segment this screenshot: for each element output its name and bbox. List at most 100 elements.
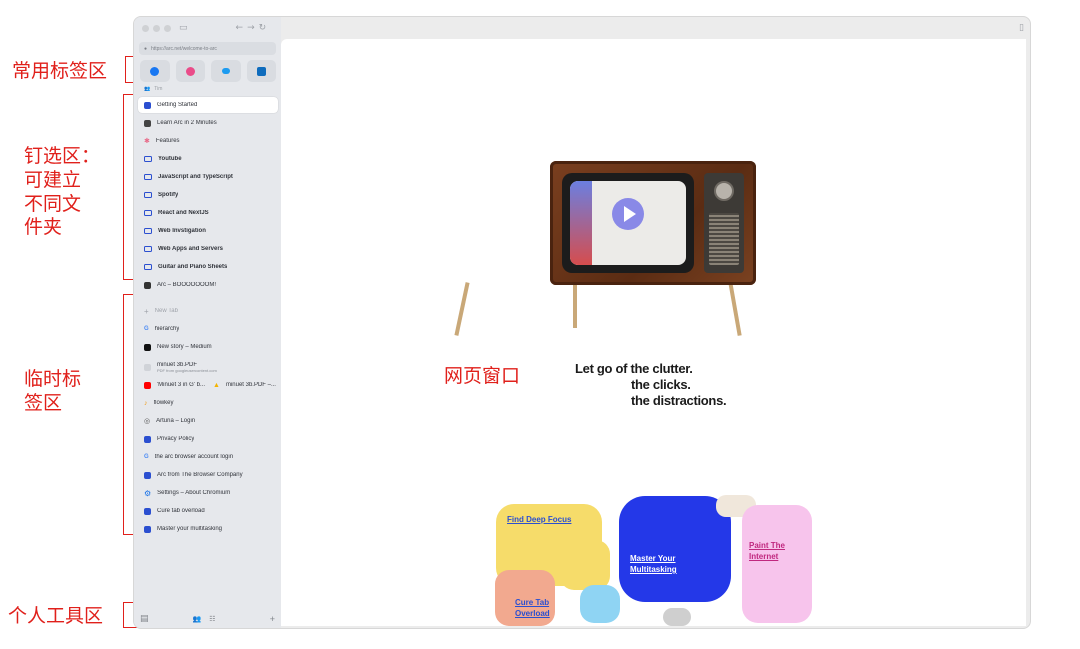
tab-label: flowkey [153,400,174,406]
favorite-twitter[interactable] [211,60,241,82]
lock-icon: ● [144,45,148,52]
tab-label-2: minuet 3b.PDF –... [225,382,276,388]
tab-item[interactable]: Privacy Policy [138,431,278,447]
annotation-temporary: 临时标 签区 [24,368,81,416]
tab-item[interactable]: ♪ flowkey [138,395,278,411]
tab-label: the arc browser account login [154,454,234,460]
annotation-pinned: 钉选区： 可建立 不同文 件夹 [24,145,100,240]
headline-line-3: the distractions. [631,393,727,408]
pinned-folder-web-investigation[interactable]: Web Invstigation [138,223,278,239]
sidebar: ▭ ← → ↻ ● https://arc.net/welcome-to-arc… [134,17,281,628]
tab-label: New story – Medium [157,344,212,350]
people-icon: 👥 [144,86,151,92]
window-toolbar: ▭ ← → ↻ [134,17,281,39]
back-arrow-icon[interactable]: ← [236,23,244,33]
tile-find-deep-focus-ext [560,540,610,590]
pinned-item-label: Arc – BOOOOOOOM! [157,282,217,288]
pdf-icon [144,363,151,371]
pinned-folder-javascript[interactable]: JavaScript and TypeScript [138,169,278,185]
annotation-web-window: 网页窗口 [444,365,521,387]
pinned-folder-youtube[interactable]: Youtube [138,151,278,167]
tab-item[interactable]: Master your multitasking [138,521,278,537]
pinned-item-label: Spotify [158,192,179,198]
tab-item[interactable]: G the arc browser account login [138,449,278,465]
tile-label-paint-internet[interactable]: Paint The Internet [749,540,794,562]
page-icon [144,281,151,289]
minimize-window-button[interactable] [153,24,160,32]
tab-item[interactable]: Arc from The Browser Company [138,467,278,483]
pinned-item-label: Web Invstigation [158,228,206,234]
dribbble-icon [185,66,195,76]
pinned-item-label: React and NextJS [158,210,209,216]
library-icon[interactable]: ▤ [140,613,149,624]
annotation-temporary-line-2: 签区 [24,391,63,414]
plus-icon: + [144,306,149,316]
tab-item[interactable]: minuet 3b.PDF PDF from googleusercontent… [138,357,278,377]
tile-label-cure-tab-overload[interactable]: Cure Tab Overload [515,597,553,619]
arc-icon [144,101,151,109]
annotation-favorites: 常用标签区 [12,60,108,82]
tile-label-master-multitasking[interactable]: Master Your Multitasking [630,553,690,575]
tab-label: Cure tab overload [157,508,205,514]
video-icon [144,119,151,127]
annotation-pinned-line-1: 钉选区： [24,145,101,167]
pinned-folder-guitar[interactable]: Guitar and Piano Sheets [138,259,278,275]
youtube-icon [144,381,151,389]
tab-item[interactable]: Cure tab overload [138,503,278,519]
twitter-icon [221,68,230,74]
pinned-item-getting-started[interactable]: Getting Started [138,97,278,113]
tab-label: hierarchy [154,326,180,332]
tab-item[interactable]: G hierarchy [138,321,278,337]
pinned-item-label: Guitar and Piano Sheets [158,264,228,270]
people-icon[interactable]: 👥 [193,615,202,623]
play-icon[interactable] [612,198,644,230]
pinned-item-learn-arc[interactable]: Learn Arc in 2 Minutes [138,115,278,131]
tile-label-find-deep-focus[interactable]: Find Deep Focus [507,514,571,525]
pinned-folder-spotify[interactable]: Spotify [138,187,278,203]
tab-label: Master your multitasking [157,526,223,532]
decorative-blob [663,608,691,626]
tab-label: Arc from The Browser Company [157,472,243,478]
new-tab-button[interactable]: + New Tab [138,303,278,319]
favorite-dribbble[interactable] [175,60,205,82]
tab-item[interactable]: ◎ Arturia – Login [138,413,278,429]
favorite-facebook[interactable] [140,60,170,82]
space-name: Tim [154,86,163,92]
pinned-folder-web-apps[interactable]: Web Apps and Servers [138,241,278,257]
drive-icon: ▲ [213,381,220,389]
grid-icon[interactable]: ☷ [209,615,215,623]
pinned-item-features[interactable]: ✱ Features [138,133,278,149]
tab-label: 'Minuet 3 in G' b... [157,382,205,388]
split-view-icon[interactable]: ▯ [1019,22,1024,33]
sidebar-toggle-icon[interactable]: ▭ [179,23,188,33]
folder-icon [144,246,152,252]
zoom-window-button[interactable] [164,24,171,32]
folder-icon [144,210,152,216]
reload-icon[interactable]: ↻ [259,23,267,33]
folder-icon [144,156,152,162]
medium-icon [144,343,151,351]
folder-icon [144,192,152,198]
tv-illustration [550,161,756,285]
pinned-item-arc-boom[interactable]: Arc – BOOOOOOOM! [138,277,278,293]
annotation-pinned-line-3: 不同文 [24,192,82,215]
tab-item[interactable]: New story – Medium [138,339,278,355]
add-space-icon[interactable]: + [270,614,275,624]
annotation-tools: 个人工具区 [8,605,104,627]
arturia-icon: ◎ [144,418,151,425]
url-bar[interactable]: ● https://arc.net/welcome-to-arc [139,42,276,55]
pinned-item-label: Learn Arc in 2 Minutes [157,120,217,126]
tab-item-split[interactable]: 'Minuet 3 in G' b... ▲ minuet 3b.PDF –..… [138,377,278,393]
pinned-folder-react[interactable]: React and NextJS [138,205,278,221]
tab-label: Settings – About Chromium [157,490,231,496]
favorite-outlook[interactable] [246,60,276,82]
headline: Let go of the clutter. the clicks. the d… [575,361,727,409]
tab-sublabel: PDF from googleusercontent.com [157,367,217,373]
annotation-temporary-line-1: 临时标 [24,368,82,390]
tab-item[interactable]: ⚙ Settings – About Chromium [138,485,278,501]
close-window-button[interactable] [142,24,149,32]
tile-master-multitasking[interactable] [619,496,731,602]
forward-arrow-icon[interactable]: → [247,23,255,33]
pinned-item-label: Features [155,138,180,144]
tile-paint-internet[interactable] [742,505,812,623]
